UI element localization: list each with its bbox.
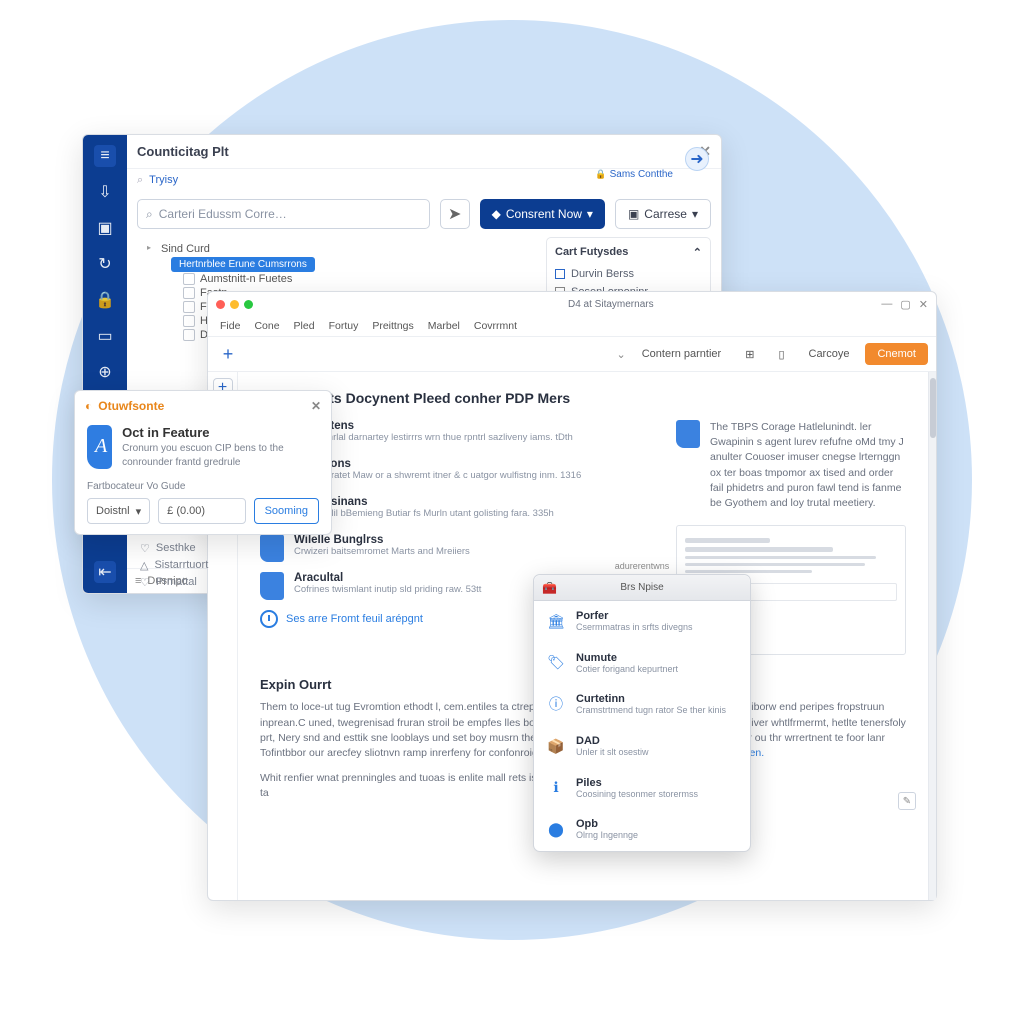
close-icon[interactable]: ✕	[919, 298, 928, 311]
person-icon: ℹ	[546, 778, 566, 798]
popup-item[interactable]: ⓘCurtetinnCramstrtmend tugn rator Se the…	[534, 684, 750, 726]
actions-popup: adurerentwns 🧰 Brs Npise 🏛PorferCsermmat…	[533, 574, 751, 852]
close-icon[interactable]: ✕	[311, 399, 321, 413]
popup-item[interactable]: ⬤OpbOlrng Ingennge	[534, 809, 750, 851]
tag-icon: 🏷	[546, 653, 566, 673]
maximize-icon[interactable]: ▢	[900, 298, 910, 311]
menu-icon[interactable]: ≡	[94, 145, 116, 167]
doc-title: Ny Disrigets Docynent Pleed conher PDP M…	[260, 390, 906, 406]
popup-item[interactable]: 📦DADUnler it slt osestiw	[534, 726, 750, 768]
toolbox-icon: 🧰	[542, 581, 557, 595]
field-label: Fartbocateur Vo Gude	[75, 479, 331, 498]
globe-icon[interactable]: ⊕	[94, 361, 116, 383]
clock-icon	[260, 610, 278, 628]
search-input[interactable]: ⌕ Carteri Edussm Corre…	[137, 199, 430, 229]
lock-icon[interactable]: 🔒	[94, 289, 116, 311]
window-title: Counticitag Plt	[137, 144, 229, 159]
category-button[interactable]: Carcoye	[801, 344, 858, 364]
dialog-header: Otuwfsonte	[98, 399, 164, 413]
image-icon[interactable]: ▣	[94, 217, 116, 239]
menu-cov[interactable]: Covrrmnt	[474, 320, 517, 332]
dropdown-icon[interactable]: ⌄	[617, 348, 626, 361]
apps-icon[interactable]: ⊞	[737, 344, 762, 365]
scrollbar[interactable]	[928, 372, 936, 900]
folder-sync-icon[interactable]: ↻	[94, 253, 116, 275]
type-select[interactable]: Doistnl ▾	[87, 498, 150, 524]
pdf-file-icon	[87, 425, 112, 469]
menu-pled[interactable]: Pled	[294, 320, 315, 332]
list-item[interactable]: Wilelle BunglrssCrwizeri baitsemromet Ma…	[260, 534, 650, 562]
menu-cone[interactable]: Cone	[254, 320, 279, 332]
popup-item[interactable]: ℹPilesCoosining tesonmer storermss	[534, 768, 750, 810]
traffic-lights[interactable]	[216, 300, 253, 309]
box-icon: 📦	[546, 736, 566, 756]
menu-prt[interactable]: Preittngs	[372, 320, 413, 332]
collapse-icon[interactable]: ⇤	[94, 561, 116, 583]
feature-dialog: Otuwfsonte ✕ Oct in Feature Cronurn you e…	[74, 390, 332, 535]
panel-icon[interactable]: ▯	[770, 344, 792, 365]
command-button[interactable]: Cnemot	[865, 343, 928, 365]
pdf-icon	[260, 572, 284, 600]
popup-caption: adurerentwns	[615, 561, 670, 571]
menu-mar[interactable]: Marbel	[428, 320, 460, 332]
verified-badge-icon: ➜	[685, 147, 709, 171]
tree-selected[interactable]: Hertnrblee Erune Cumsrrons	[171, 257, 315, 272]
search-go-icon[interactable]: ➤	[440, 199, 470, 229]
popup-tab[interactable]: Brs Npise	[620, 582, 663, 593]
connect-button[interactable]: ◆ Consrent Now ▾	[480, 199, 605, 229]
popup-item[interactable]: 🏷NumuteCotier forigand kepurtnert	[534, 643, 750, 685]
menubar: Fide Cone Pled Fortuy Preittngs Marbel C…	[208, 316, 936, 336]
alert-icon: ⓘ	[546, 694, 566, 714]
pdf-icon	[676, 420, 700, 448]
secure-stamp: Sams Contthe	[595, 169, 673, 180]
submit-button[interactable]: Sooming	[254, 498, 319, 524]
amount-input[interactable]: £ (0.00)	[158, 498, 245, 524]
document-name: D4 at Sitaymernars	[568, 299, 654, 310]
content-painter-button[interactable]: Contern parntier	[634, 344, 730, 364]
sidebar-stub: ♡ Sesthke △ Sistarrtuort ♡ Prmattal	[140, 540, 208, 591]
menu-file[interactable]: Fide	[220, 320, 240, 332]
pdf-icon	[260, 534, 284, 562]
dialog-title: Oct in Feature	[122, 425, 319, 440]
building-icon: 🏛	[546, 611, 566, 631]
download-icon[interactable]: ⇩	[94, 181, 116, 203]
menu-fort[interactable]: Fortuy	[329, 320, 359, 332]
note-badge-icon[interactable]: ✎	[898, 792, 916, 810]
new-tab-icon[interactable]: +	[216, 342, 240, 366]
toolbar: + ⌄ Contern parntier ⊞ ▯ Carcoye Cnemot	[208, 336, 936, 372]
minimize-icon[interactable]: —	[881, 298, 892, 311]
circle-icon: ⬤	[546, 819, 566, 839]
tab-label[interactable]: Tryisy	[149, 174, 178, 186]
intro-paragraph: The TBPS Corage Hatlelunindt. ler Gwapin…	[710, 420, 906, 511]
dialog-desc: Cronurn you escuon CIP bens to the conro…	[122, 442, 319, 469]
collapse-panel-icon[interactable]: ⌃	[693, 246, 702, 259]
camera-button[interactable]: ▣ Carrese ▾	[615, 199, 711, 229]
page-icon[interactable]: ▭	[94, 325, 116, 347]
popup-item[interactable]: 🏛PorferCsermmatras in srfts divegns	[534, 601, 750, 643]
